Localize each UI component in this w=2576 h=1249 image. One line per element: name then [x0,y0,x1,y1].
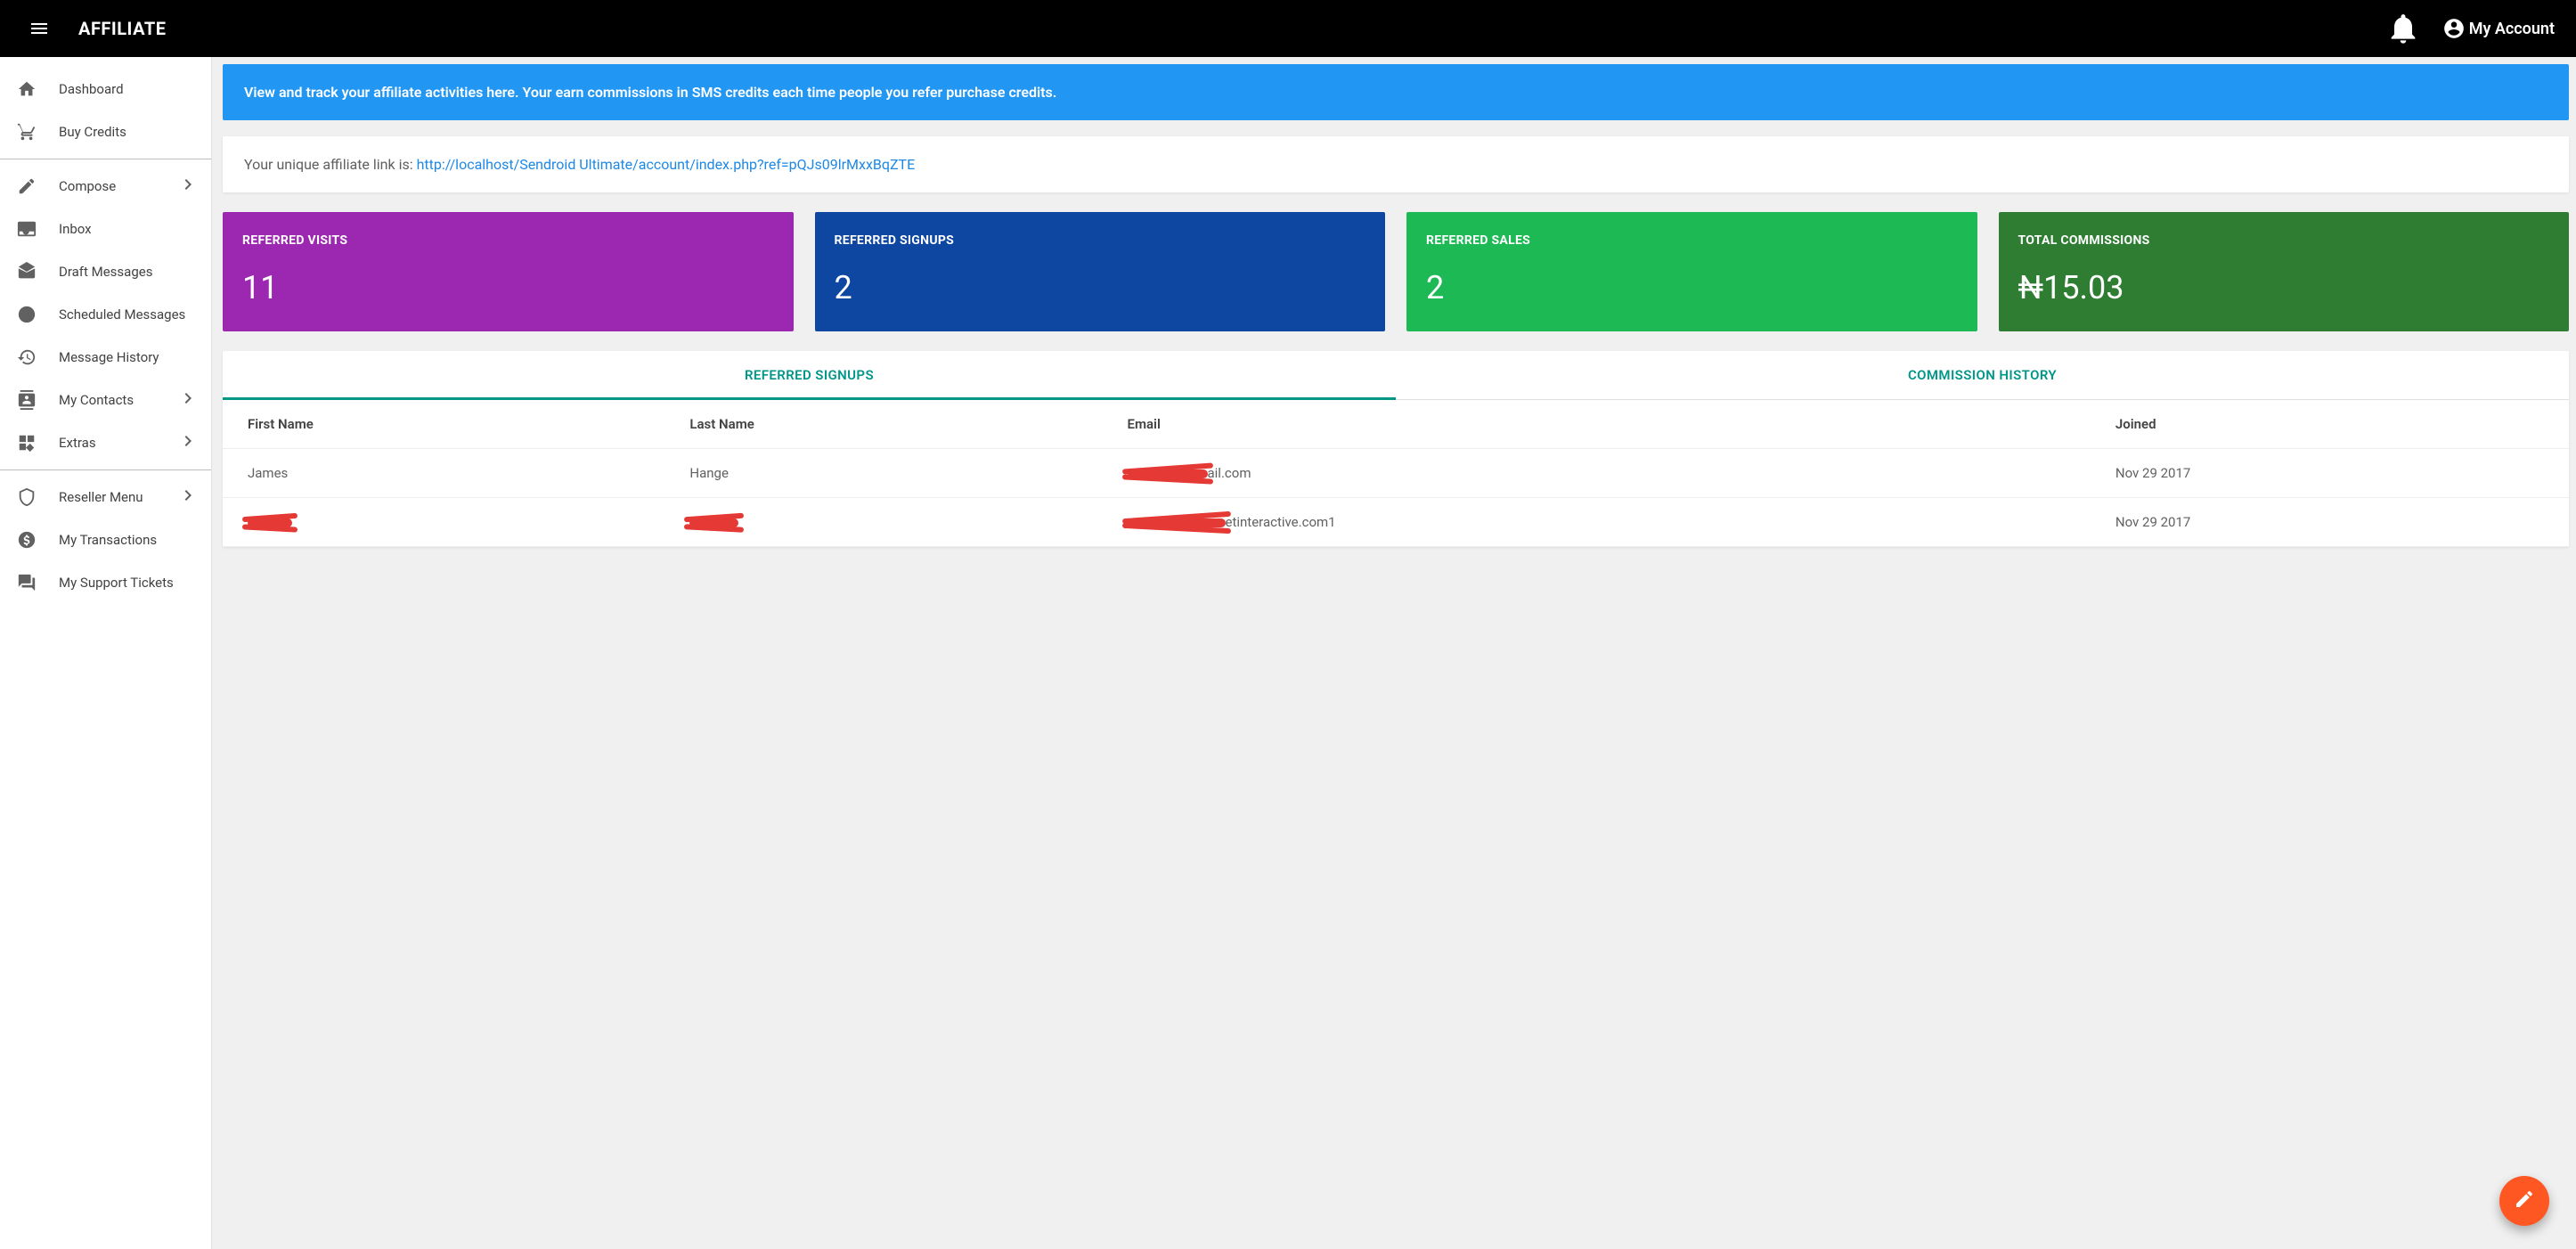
cell-email-suffix: ail.com [1208,465,1251,481]
chevron-right-icon [177,174,199,199]
col-joined: Joined [2091,400,2569,449]
tab-commission-history[interactable]: COMMISSION HISTORY [1396,351,2569,399]
history-icon [16,347,37,368]
sidebar-item-my-contacts[interactable]: My Contacts [0,379,211,421]
money-icon [16,529,37,551]
sidebar-item-reseller-menu[interactable]: Reseller Menu [0,476,211,518]
chevron-right-icon [177,430,199,455]
sidebar-item-draft-messages[interactable]: Draft Messages [0,250,211,293]
chevron-right-icon [177,485,199,510]
widgets-icon [16,432,37,453]
sidebar-item-label: Draft Messages [59,264,152,280]
chat-icon [16,572,37,593]
info-banner: View and track your affiliate activities… [223,64,2569,120]
stat-label: REFERRED SALES [1426,233,1958,248]
sidebar-item-extras[interactable]: Extras [0,421,211,464]
cell-last-name [664,498,1102,547]
table-row: James Hange ail.com Nov 29 2017 [223,449,2569,498]
info-banner-text: View and track your affiliate activities… [244,84,1056,101]
shield-icon [16,486,37,508]
stat-value: ₦15.03 [2018,269,2550,306]
home-icon [16,78,37,100]
sidebar-item-label: Buy Credits [59,124,126,140]
affiliate-link[interactable]: http://localhost/Sendroid Ultimate/accou… [417,156,916,173]
stat-label: REFERRED SIGNUPS [835,233,1366,248]
table-header-row: First Name Last Name Email Joined [223,400,2569,449]
compose-fab[interactable] [2499,1176,2549,1226]
col-email: Email [1103,400,2091,449]
sidebar-item-label: My Support Tickets [59,575,174,591]
stat-label: REFERRED VISITS [242,233,774,248]
stat-value: 11 [242,269,774,306]
col-last-name: Last Name [664,400,1102,449]
sidebar-item-label: My Transactions [59,532,157,548]
stat-signups: REFERRED SIGNUPS 2 [815,212,1386,331]
sidebar-item-label: Dashboard [59,81,124,97]
appbar: AFFILIATE My Account [0,0,2576,57]
tabs: REFERRED SIGNUPS COMMISSION HISTORY [223,351,2569,400]
cart-icon [16,121,37,143]
sidebar-item-label: Extras [59,435,96,451]
sidebar-item-label: Message History [59,349,159,365]
sidebar-item-dashboard[interactable]: Dashboard [0,68,211,110]
redacted-scribble [1128,518,1226,527]
redacted-scribble [1128,469,1208,478]
menu-icon[interactable] [21,11,57,46]
pencil-icon [2514,1188,2535,1213]
tab-referred-signups[interactable]: REFERRED SIGNUPS [223,351,1396,399]
sidebar-item-my-transactions[interactable]: My Transactions [0,518,211,561]
stat-value: 2 [835,269,1366,306]
col-first-name: First Name [223,400,664,449]
main-content: View and track your affiliate activities… [212,57,2576,1249]
affiliate-link-prefix: Your unique affiliate link is: [244,156,417,173]
sidebar-item-label: Scheduled Messages [59,306,185,322]
contacts-icon [16,389,37,411]
cell-email: ail.com [1103,449,2091,498]
affiliate-link-card: Your unique affiliate link is: http://lo… [223,136,2569,192]
sidebar: Dashboard Buy Credits Compose Inbox Draf… [0,57,212,1249]
tab-label: COMMISSION HISTORY [1908,367,2057,383]
stat-label: TOTAL COMMISSIONS [2018,233,2550,248]
cell-joined: Nov 29 2017 [2091,498,2569,547]
page-title: AFFILIATE [78,18,166,39]
sidebar-item-buy-credits[interactable]: Buy Credits [0,110,211,153]
cell-first-name: James [223,449,664,498]
sidebar-item-label: My Contacts [59,392,134,408]
stat-sales: REFERRED SALES 2 [1406,212,1977,331]
cell-joined: Nov 29 2017 [2091,449,2569,498]
bell-icon[interactable] [2385,11,2421,46]
drafts-icon [16,261,37,282]
table-row: etinteractive.com1 Nov 29 2017 [223,498,2569,547]
account-label: My Account [2469,20,2555,38]
nav-divider [0,469,211,470]
sidebar-item-label: Reseller Menu [59,489,143,505]
pencil-icon [16,176,37,197]
sidebar-item-label: Inbox [59,221,92,237]
sidebar-item-message-history[interactable]: Message History [0,336,211,379]
sidebar-item-inbox[interactable]: Inbox [0,208,211,250]
sidebar-item-support-tickets[interactable]: My Support Tickets [0,561,211,604]
cell-email: etinteractive.com1 [1103,498,2091,547]
tab-label: REFERRED SIGNUPS [745,367,874,383]
cell-first-name [223,498,664,547]
account-menu[interactable]: My Account [2442,17,2555,40]
signups-card: REFERRED SIGNUPS COMMISSION HISTORY Firs… [223,351,2569,547]
sidebar-item-compose[interactable]: Compose [0,165,211,208]
stat-visits: REFERRED VISITS 11 [223,212,794,331]
sidebar-item-scheduled-messages[interactable]: Scheduled Messages [0,293,211,336]
chevron-right-icon [177,388,199,412]
inbox-icon [16,218,37,240]
cell-email-suffix: etinteractive.com1 [1226,514,1336,530]
stat-value: 2 [1426,269,1958,306]
sidebar-item-label: Compose [59,178,116,194]
stats-row: REFERRED VISITS 11 REFERRED SIGNUPS 2 RE… [223,212,2569,331]
redacted-scribble [689,518,738,527]
redacted-scribble [248,518,292,527]
stat-commissions: TOTAL COMMISSIONS ₦15.03 [1999,212,2570,331]
signups-table: First Name Last Name Email Joined James … [223,400,2569,547]
clock-icon [16,304,37,325]
cell-last-name: Hange [664,449,1102,498]
